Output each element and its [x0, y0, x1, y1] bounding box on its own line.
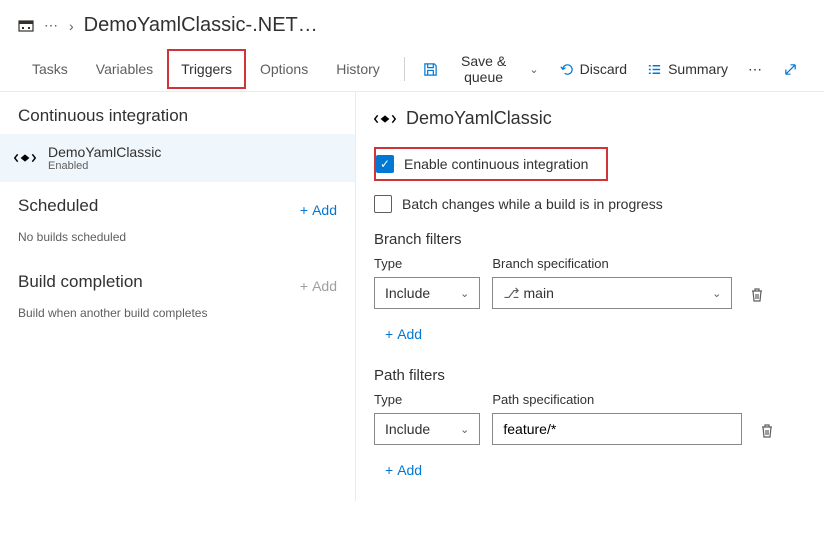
- branch-spec-label: Branch specification: [492, 256, 732, 271]
- repo-name: DemoYamlClassic: [48, 144, 161, 160]
- expand-icon: [783, 62, 798, 77]
- more-actions-button[interactable]: ⋯: [740, 55, 771, 84]
- chevron-down-icon: ⌄: [529, 63, 538, 76]
- branch-type-label: Type: [374, 256, 480, 271]
- repo-icon: [374, 112, 396, 126]
- branch-filters-title: Branch filters: [374, 231, 806, 248]
- tab-options[interactable]: Options: [246, 49, 322, 89]
- add-path-label: Add: [397, 462, 422, 478]
- toolbar: Tasks Variables Triggers Options History…: [0, 47, 824, 92]
- tab-tasks[interactable]: Tasks: [18, 49, 82, 89]
- plus-icon: +: [385, 462, 393, 478]
- add-branch-filter-button[interactable]: + Add: [374, 319, 433, 349]
- plus-icon: +: [300, 202, 308, 218]
- path-type-value: Include: [385, 421, 430, 437]
- chevron-down-icon: ⌄: [460, 423, 469, 436]
- save-icon: [423, 62, 438, 77]
- completion-empty-text: Build when another build completes: [18, 306, 337, 320]
- tab-variables[interactable]: Variables: [82, 49, 167, 89]
- path-filters-title: Path filters: [374, 367, 806, 384]
- delete-path-filter-button[interactable]: [754, 417, 780, 445]
- repo-status: Enabled: [48, 160, 161, 172]
- chevron-right-icon: ›: [69, 18, 74, 34]
- breadcrumb-ellipsis[interactable]: ⋯: [44, 17, 59, 34]
- main-title: DemoYamlClassic: [406, 108, 552, 129]
- path-spec-input[interactable]: [492, 413, 742, 445]
- path-spec-label: Path specification: [492, 392, 742, 407]
- sidebar: Continuous integration DemoYamlClassic E…: [0, 92, 355, 501]
- scheduled-title: Scheduled: [18, 196, 98, 216]
- plus-icon: +: [385, 326, 393, 342]
- ci-section-title: Continuous integration: [18, 106, 337, 126]
- completion-title: Build completion: [18, 272, 143, 292]
- pipeline-icon: [18, 18, 34, 34]
- enable-ci-checkbox[interactable]: ✓: [376, 155, 394, 173]
- batch-row: Batch changes while a build is in progre…: [374, 195, 806, 213]
- completion-add-button[interactable]: + Add: [300, 278, 337, 294]
- add-branch-label: Add: [397, 326, 422, 342]
- enable-ci-label: Enable continuous integration: [404, 156, 588, 172]
- summary-button[interactable]: Summary: [639, 55, 736, 83]
- path-type-label: Type: [374, 392, 480, 407]
- delete-branch-filter-button[interactable]: [744, 281, 770, 309]
- save-queue-label: Save & queue: [444, 53, 524, 85]
- plus-icon: +: [300, 278, 308, 294]
- batch-checkbox[interactable]: [374, 195, 392, 213]
- breadcrumb: ⋯ › DemoYamlClassic-.NET…: [0, 0, 824, 47]
- branch-icon: ⎇: [503, 285, 519, 301]
- discard-button[interactable]: Discard: [551, 55, 635, 83]
- expand-button[interactable]: [775, 56, 806, 83]
- tabs: Tasks Variables Triggers Options History: [18, 49, 394, 89]
- scheduled-empty-text: No builds scheduled: [18, 230, 337, 244]
- chevron-down-icon: ⌄: [460, 287, 469, 300]
- scheduled-add-button[interactable]: + Add: [300, 202, 337, 218]
- branch-spec-select[interactable]: ⎇ main ⌄: [492, 277, 732, 309]
- path-type-select[interactable]: Include ⌄: [374, 413, 480, 445]
- repo-item[interactable]: DemoYamlClassic Enabled: [0, 134, 355, 182]
- add-path-filter-button[interactable]: + Add: [374, 455, 433, 485]
- list-icon: [647, 62, 662, 77]
- scheduled-add-label: Add: [312, 202, 337, 218]
- repo-icon: [14, 147, 36, 169]
- summary-label: Summary: [668, 61, 728, 77]
- branch-spec-value: main: [524, 285, 554, 301]
- chevron-down-icon: ⌄: [712, 287, 721, 300]
- branch-type-value: Include: [385, 285, 430, 301]
- discard-label: Discard: [580, 61, 627, 77]
- tab-triggers[interactable]: Triggers: [167, 49, 246, 89]
- page-title: DemoYamlClassic-.NET…: [84, 14, 318, 37]
- save-queue-button[interactable]: Save & queue ⌄: [415, 47, 547, 91]
- batch-label: Batch changes while a build is in progre…: [402, 196, 663, 212]
- completion-add-label: Add: [312, 278, 337, 294]
- enable-ci-row: ✓ Enable continuous integration: [374, 147, 608, 181]
- branch-type-select[interactable]: Include ⌄: [374, 277, 480, 309]
- divider: [404, 57, 405, 81]
- undo-icon: [559, 62, 574, 77]
- tab-history[interactable]: History: [322, 49, 394, 89]
- main-panel: DemoYamlClassic ✓ Enable continuous inte…: [355, 92, 824, 501]
